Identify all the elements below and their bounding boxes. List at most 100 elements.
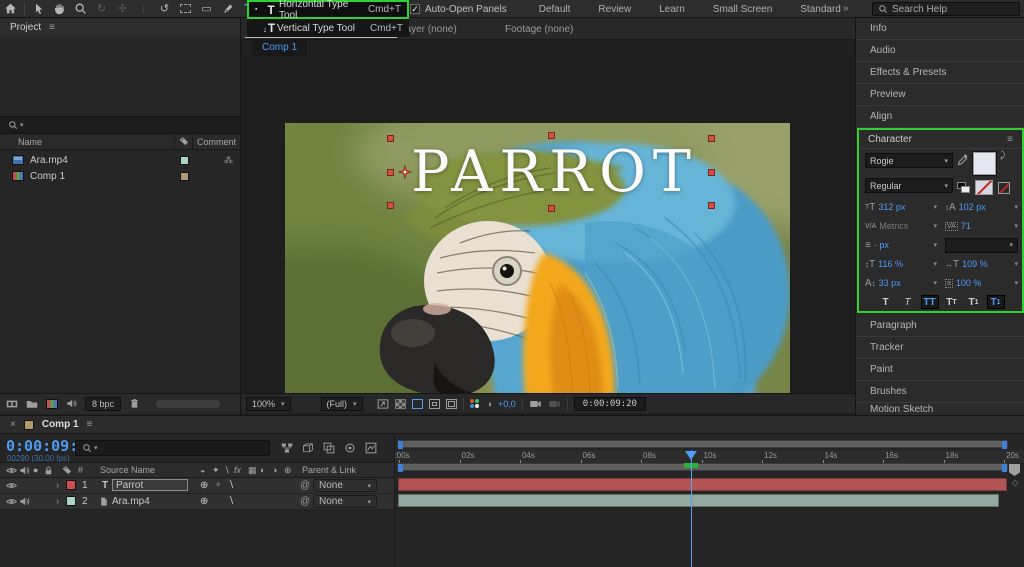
- workspace-review[interactable]: Review: [584, 4, 645, 15]
- threed-switch-icon[interactable]: ⊕: [284, 465, 292, 476]
- selection-handle[interactable]: [708, 135, 715, 142]
- panel-tab-brushes[interactable]: Brushes: [856, 381, 1024, 403]
- selection-handle[interactable]: [548, 205, 555, 212]
- superscript-button[interactable]: T1: [965, 295, 983, 309]
- playhead-line[interactable]: [691, 450, 692, 567]
- color-depth-button[interactable]: 8 bpc: [85, 397, 121, 411]
- home-icon[interactable]: [0, 1, 21, 17]
- layer-row-parrot[interactable]: › 1 T Parrot ⊕ ✦ ∖ @ None▾: [0, 478, 394, 494]
- workspace-default[interactable]: Default: [525, 4, 585, 15]
- quality-switch-icon[interactable]: ∖: [224, 465, 230, 476]
- pan-camera-tool-icon[interactable]: ✛: [112, 1, 133, 17]
- selection-handle[interactable]: [708, 169, 715, 176]
- panel-tab-paint[interactable]: Paint: [856, 359, 1024, 381]
- project-panel-header[interactable]: Project ≡: [0, 18, 240, 36]
- panel-tab-align[interactable]: Align: [856, 106, 1024, 128]
- tab-footage[interactable]: Footage (none): [505, 24, 573, 35]
- horizontal-scrollbar[interactable]: [156, 400, 220, 408]
- stroke-color-swatch[interactable]: [975, 180, 993, 195]
- playhead-handle[interactable]: [685, 451, 697, 460]
- motion-blur-switch-icon[interactable]: ◐: [260, 465, 265, 475]
- stroke-style-select[interactable]: ▾: [945, 238, 1018, 252]
- timeline-search-input[interactable]: ▾: [75, 440, 270, 456]
- small-caps-button[interactable]: TT: [943, 295, 961, 309]
- quality-switch[interactable]: ⊕: [200, 480, 208, 491]
- label-swatch[interactable]: [180, 172, 189, 181]
- project-settings-icon[interactable]: [66, 398, 77, 409]
- layer-marker-icon[interactable]: ◇: [1012, 478, 1018, 487]
- eye-icon[interactable]: [6, 496, 17, 507]
- transparency-grid-icon[interactable]: [395, 399, 406, 409]
- mask-visibility-icon[interactable]: [429, 399, 440, 409]
- parent-link-column[interactable]: Parent & Link: [302, 465, 356, 475]
- font-family-select[interactable]: Rogie▾: [865, 153, 953, 168]
- panel-tab-motion-sketch[interactable]: Motion Sketch: [856, 403, 1024, 415]
- project-item-footage[interactable]: Ara.mp4 ⁂: [0, 152, 240, 168]
- selection-handle[interactable]: [387, 135, 394, 142]
- dolly-tool-icon[interactable]: ↓: [133, 1, 154, 17]
- source-name-column[interactable]: Source Name: [100, 465, 155, 475]
- selection-handle[interactable]: [548, 132, 555, 139]
- interpret-footage-icon[interactable]: [6, 398, 18, 410]
- frame-blending-icon[interactable]: [323, 442, 335, 454]
- layer-label-swatch[interactable]: [66, 496, 76, 506]
- draft-3d-icon[interactable]: [302, 442, 314, 454]
- motion-blur-icon[interactable]: [344, 442, 356, 454]
- pickwhip-icon[interactable]: @: [300, 496, 310, 507]
- column-name[interactable]: Name: [18, 137, 42, 147]
- resolution-select[interactable]: (Full)▾: [321, 397, 363, 411]
- channel-rgba-icon[interactable]: [470, 399, 481, 409]
- panel-tab-effects-presets[interactable]: Effects & Presets: [856, 62, 1024, 84]
- baseline-shift-field[interactable]: A↕33 px▾: [865, 276, 937, 290]
- panel-menu-icon[interactable]: ≡: [1007, 134, 1013, 145]
- selection-tool-icon[interactable]: [28, 1, 49, 17]
- font-style-select[interactable]: Regular▾: [865, 178, 953, 193]
- swap-fill-stroke-icon[interactable]: ⤸: [1000, 150, 1005, 161]
- horizontal-scale-field[interactable]: ↔T109 %▾: [945, 257, 1018, 271]
- quality-slash-switch[interactable]: ∖: [228, 480, 234, 491]
- composition-canvas[interactable]: PARROT: [240, 56, 855, 393]
- column-comment[interactable]: Comment: [197, 137, 236, 147]
- no-color-swatch[interactable]: [998, 182, 1010, 194]
- panel-tab-info[interactable]: Info: [856, 18, 1024, 40]
- new-composition-icon[interactable]: [46, 399, 58, 409]
- eyedropper-icon[interactable]: [957, 154, 969, 166]
- fill-color-swatch[interactable]: [973, 152, 996, 175]
- text-layer-content[interactable]: PARROT: [404, 144, 698, 201]
- exposure-reset-icon[interactable]: ◑: [487, 399, 492, 409]
- panel-menu-icon[interactable]: ≡: [87, 419, 93, 430]
- zoom-tool-icon[interactable]: [70, 1, 91, 17]
- default-fill-stroke-icon[interactable]: [957, 182, 970, 193]
- show-snapshot-icon[interactable]: [548, 398, 561, 410]
- panel-menu-icon[interactable]: ≡: [49, 22, 55, 33]
- project-search-input[interactable]: ▾: [0, 116, 240, 134]
- layer-label-swatch[interactable]: [66, 480, 76, 490]
- guides-icon[interactable]: [446, 399, 457, 409]
- work-area-bar[interactable]: [397, 463, 1008, 471]
- selection-handle[interactable]: [387, 202, 394, 209]
- speaker-icon[interactable]: [19, 496, 30, 507]
- workspace-overflow-chevron[interactable]: »: [843, 3, 847, 14]
- selection-handle[interactable]: [708, 202, 715, 209]
- workspace-learn[interactable]: Learn: [645, 4, 699, 15]
- auto-open-panels-checkbox[interactable]: ✓: [410, 4, 420, 14]
- effects-switch[interactable]: ✦: [214, 480, 222, 491]
- eye-icon[interactable]: [6, 480, 17, 491]
- orbit-tool-icon[interactable]: ↻: [91, 1, 112, 17]
- parent-select[interactable]: None▾: [313, 495, 377, 508]
- font-size-field[interactable]: TT312 px▾: [865, 200, 937, 214]
- comp-tab[interactable]: Comp 1: [252, 40, 307, 56]
- character-panel-header[interactable]: Character ≡: [859, 130, 1022, 149]
- twirl-chevron-icon[interactable]: ›: [56, 496, 59, 507]
- preview-timecode[interactable]: 0:00:09:20: [574, 397, 646, 411]
- layer-name[interactable]: Ara.mp4: [112, 496, 150, 507]
- layer-row-ara[interactable]: › 2 Ara.mp4 ⊕ ∖ @ None▾: [0, 494, 394, 510]
- vertical-scale-field[interactable]: ↕T116 %▾: [865, 257, 937, 271]
- comp-marker-bin-icon[interactable]: [1009, 464, 1020, 476]
- layer-bar-parrot[interactable]: [398, 478, 1007, 491]
- collapse-switch-icon[interactable]: ✦: [212, 465, 220, 476]
- help-search-input[interactable]: Search Help: [872, 2, 1020, 16]
- workspace-small-screen[interactable]: Small Screen: [699, 4, 786, 15]
- panel-divider[interactable]: [855, 18, 856, 415]
- panel-divider[interactable]: [240, 18, 241, 415]
